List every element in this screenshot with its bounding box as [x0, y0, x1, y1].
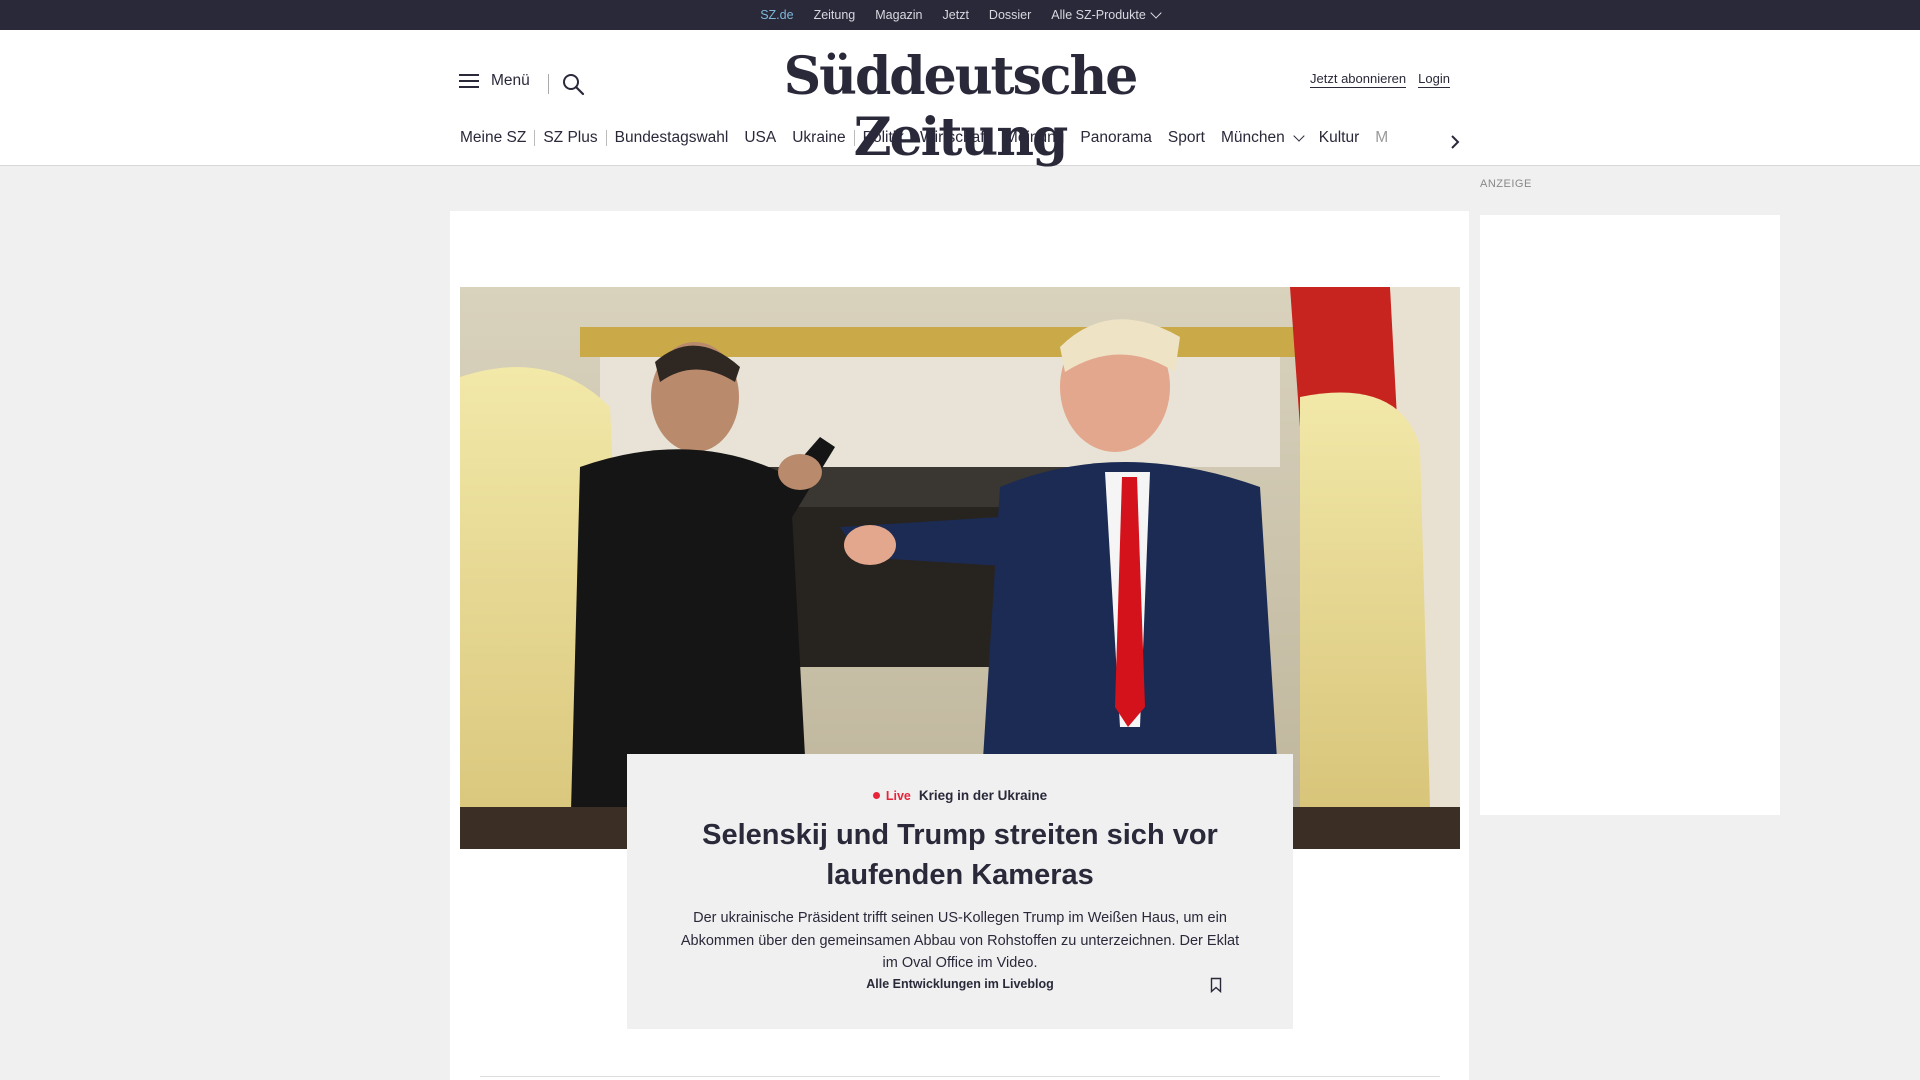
main-content: Live Krieg in der Ukraine Selenskij und … [450, 211, 1469, 1080]
chevron-down-icon [1150, 7, 1162, 19]
nav-divider [853, 130, 855, 146]
nav-item-meine-sz[interactable]: Meine SZ [460, 129, 526, 147]
teaser-kicker: Live Krieg in der Ukraine [627, 788, 1293, 803]
lead-teaser[interactable]: Live Krieg in der Ukraine Selenskij und … [627, 754, 1293, 1029]
bookmark-icon[interactable] [1210, 977, 1222, 993]
topbar-link-sz-de[interactable]: SZ.de [760, 8, 794, 31]
topbar-link-alle-produkte[interactable]: Alle SZ-Produkte [1051, 7, 1162, 22]
menu-label: Menü [491, 72, 530, 89]
topbar-link-alle-produkte-label: Alle SZ-Produkte [1051, 8, 1146, 22]
nav-item-muenchen-label: München [1220, 129, 1285, 146]
search-icon[interactable] [561, 72, 585, 96]
nav-item-wirtschaft[interactable]: Wirtschaft [920, 129, 989, 147]
live-label: Live [885, 788, 911, 803]
topbar-link-magazin[interactable]: Magazin [875, 8, 922, 22]
topbar-link-jetzt[interactable]: Jetzt [943, 8, 969, 22]
nav-item-muenchen[interactable]: München [1220, 129, 1305, 147]
nav-item-sport[interactable]: Sport [1168, 129, 1205, 147]
nav-item-politik[interactable]: Politik [863, 129, 904, 147]
login-link[interactable]: Login [1418, 71, 1450, 88]
teaser-summary: Der ukrainische Präsident trifft seinen … [680, 910, 1240, 971]
nav-divider [534, 130, 536, 146]
nav-item-bundestagswahl[interactable]: Bundestagswahl [615, 129, 729, 147]
nav-item-meinung[interactable]: Meinung [1005, 129, 1064, 147]
nav-item-sz-plus[interactable]: SZ Plus [543, 129, 597, 147]
live-dot-icon [872, 792, 880, 799]
nav-item-panorama[interactable]: Panorama [1080, 129, 1152, 147]
kicker-title: Krieg in der Ukraine [918, 788, 1048, 803]
section-divider [480, 1076, 1440, 1077]
account-links: Jetzt abonnieren Login [1310, 71, 1450, 88]
chevron-right-icon[interactable] [1448, 133, 1462, 151]
nav-item-truncated[interactable]: M [1375, 129, 1388, 147]
subscribe-link[interactable]: Jetzt abonnieren [1310, 71, 1407, 88]
liveblog-link[interactable]: Alle Entwicklungen im Liveblog [627, 977, 1293, 991]
menu-button[interactable]: Menü [459, 72, 530, 90]
header-divider [548, 74, 549, 94]
nav-item-kultur[interactable]: Kultur [1319, 129, 1360, 147]
topbar-link-dossier[interactable]: Dossier [989, 8, 1031, 22]
chevron-down-icon [1293, 130, 1305, 142]
teaser-headline[interactable]: Selenskij und Trump streiten sich vor la… [680, 815, 1240, 895]
hamburger-icon [459, 74, 479, 88]
nav-item-usa[interactable]: USA [744, 129, 776, 147]
nav-divider [605, 130, 607, 146]
site-logo[interactable]: Süddeutsche Zeitung [720, 46, 1200, 168]
nav-item-ukraine[interactable]: Ukraine [792, 129, 845, 147]
topbar-link-zeitung[interactable]: Zeitung [814, 8, 856, 22]
ad-slot[interactable] [1480, 215, 1780, 815]
section-nav: Meine SZ SZ Plus Bundestagswahl USA Ukra… [460, 129, 1388, 147]
site-header: Menü Süddeutsche Zeitung Jetzt abonniere… [0, 30, 1920, 168]
top-product-bar: SZ.de Zeitung Magazin Jetzt Dossier Alle… [0, 0, 1920, 31]
ad-label: ANZEIGE [1480, 178, 1532, 190]
